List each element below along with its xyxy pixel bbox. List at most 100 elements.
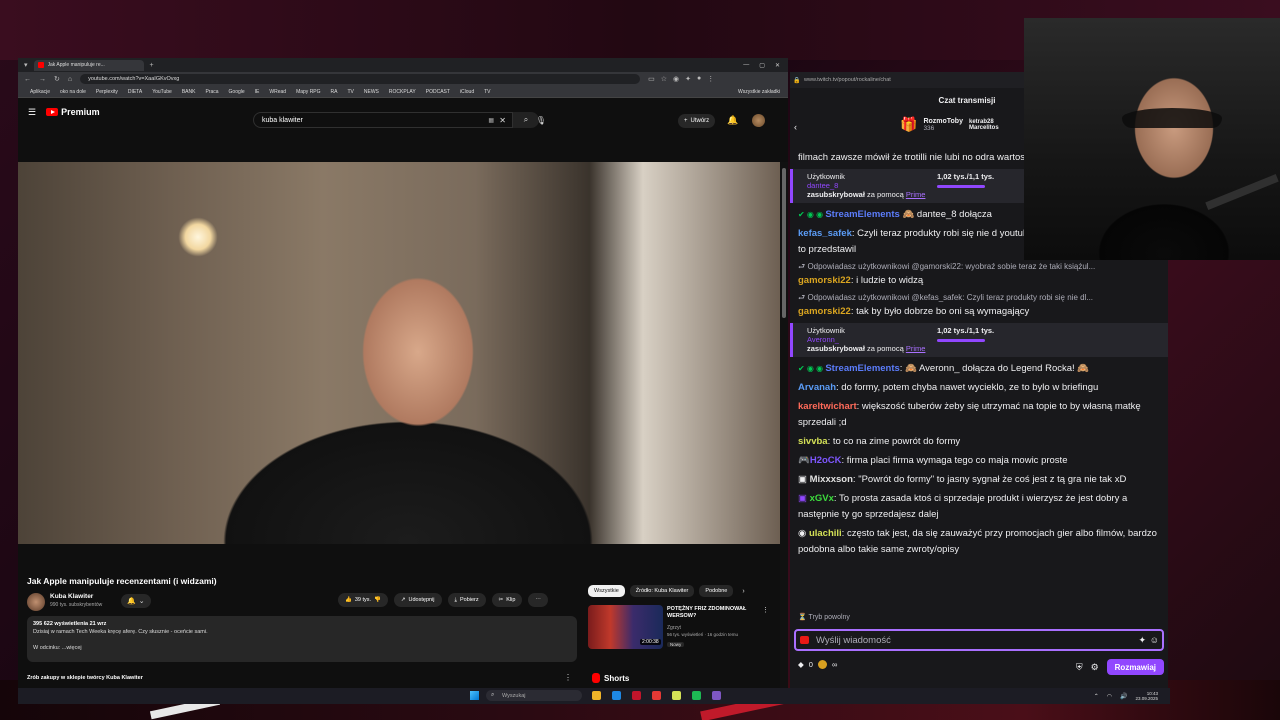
app-icon[interactable] (672, 691, 681, 700)
youtube-logo[interactable]: Premium (46, 107, 100, 117)
extension-icon[interactable]: ◉ (673, 75, 679, 83)
bookmark-item[interactable]: Aplikacje (30, 89, 50, 95)
tray-chevron-icon[interactable]: ⌃ (1094, 693, 1099, 700)
new-tab-icon[interactable]: + (150, 62, 154, 69)
recommended-video-channel[interactable]: Zgrzyt (667, 625, 681, 631)
reload-icon[interactable]: ↻ (54, 75, 60, 83)
tab-menu-icon[interactable]: ▾ (24, 61, 28, 69)
channel-avatar[interactable] (27, 593, 45, 611)
keyboard-icon[interactable]: ▦ (488, 117, 494, 124)
channel-points-icon[interactable] (817, 660, 827, 669)
chat-input-badge-icon[interactable] (800, 636, 809, 644)
clip-button[interactable]: ✂ Klip (491, 593, 523, 607)
chat-username[interactable]: StreamElements (825, 363, 899, 374)
chevron-right-icon[interactable]: › (742, 588, 744, 595)
close-window-icon[interactable]: ✕ (775, 62, 780, 69)
forward-icon[interactable]: → (39, 76, 46, 83)
profile-icon[interactable]: ● (697, 75, 701, 83)
bookmark-item[interactable]: ROCKPLAY (389, 89, 416, 95)
file-explorer-icon[interactable] (592, 691, 601, 700)
emote-picker-icon[interactable]: ☺ (1150, 635, 1159, 645)
chat-username[interactable]: Arvanah (798, 382, 836, 393)
chat-username[interactable]: StreamElements (825, 209, 899, 220)
taskbar-search[interactable]: ⌕ Wyszukaj (486, 690, 582, 701)
chat-username[interactable]: kefas_safek (798, 228, 852, 239)
share-button[interactable]: ↗ Udostępnij (393, 593, 442, 607)
channel-name[interactable]: Kuba Klawiter (50, 593, 93, 600)
reply-context[interactable]: ⮐ Odpowiadasz użytkownikowi @gamorski22:… (798, 261, 1160, 273)
cast-icon[interactable]: ▭ (648, 75, 655, 83)
recommended-more-icon[interactable]: ⋮ (762, 606, 769, 614)
user-avatar[interactable] (752, 114, 765, 127)
chip-related[interactable]: Podobne (699, 585, 734, 597)
bits-icon[interactable]: ✦ (1138, 635, 1146, 646)
edge-icon[interactable] (612, 691, 621, 700)
spotify-icon[interactable] (692, 691, 701, 700)
chat-username[interactable]: gamorski22 (798, 306, 851, 317)
chat-username[interactable]: xGVx (810, 493, 834, 504)
home-icon[interactable]: ⌂ (68, 76, 72, 83)
shield-icon[interactable]: ⛨ (1076, 662, 1083, 673)
clock[interactable]: 10:43 23.09.2025 (1135, 691, 1158, 701)
bookmark-item[interactable]: WRead (269, 89, 286, 95)
minimize-icon[interactable]: — (743, 62, 749, 69)
chat-username[interactable]: gamorski22 (798, 275, 851, 286)
recommended-video-title[interactable]: POTĘŻNY FRIZ ZDOMINOWAŁ WERSOW? (667, 606, 759, 620)
bookmark-star-icon[interactable]: ☆ (661, 75, 667, 83)
chat-send-button[interactable]: Rozmawiaj (1106, 659, 1164, 675)
bookmark-item[interactable]: TV (347, 89, 353, 95)
obs-icon[interactable] (712, 691, 721, 700)
gift-leaderboard[interactable]: 🎁 RozmoToby 336 ketrab28 Marcelitos (900, 116, 999, 133)
bookmark-item[interactable]: NEWS (364, 89, 379, 95)
create-button[interactable]: + Utwórz (678, 114, 716, 128)
browser-tab-youtube[interactable]: Jak Apple manipuluje re... (33, 59, 144, 71)
chat-username[interactable]: sivvba (798, 436, 828, 447)
chrome-icon[interactable] (652, 691, 661, 700)
description-more-link[interactable]: W odcinku: ...więcej (33, 645, 571, 651)
scrollbar-thumb[interactable] (782, 168, 786, 318)
browser-menu-icon[interactable]: ⋮ (707, 75, 714, 83)
all-bookmarks-button[interactable]: Wszystkie zakładki (738, 89, 788, 95)
maximize-icon[interactable]: ▢ (759, 62, 765, 69)
bookmark-item[interactable]: IE (255, 89, 260, 95)
voice-search-icon[interactable]: 🎙 (535, 114, 547, 126)
chat-username[interactable]: kareltwichart (798, 401, 857, 412)
opera-icon[interactable] (632, 691, 641, 700)
bookmark-item[interactable]: Praca (205, 89, 218, 95)
prime-link[interactable]: Prime (906, 190, 926, 199)
collapse-chat-icon[interactable]: ‹ (794, 122, 797, 132)
chat-message-input[interactable]: Wyślij wiadomość ✦ ☺ (794, 629, 1164, 651)
shop-more-icon[interactable]: ⋮ (564, 673, 572, 682)
bookmark-item[interactable]: DIETA (128, 89, 142, 95)
notifications-bell-icon[interactable]: 🔔 (727, 115, 738, 126)
chat-username[interactable]: ulachili (809, 528, 842, 539)
bookmark-item[interactable]: YouTube (152, 89, 172, 95)
volume-icon[interactable]: 🔊 (1120, 693, 1127, 700)
more-actions-button[interactable]: ⋯ (528, 593, 548, 607)
puzzle-icon[interactable]: ✦ (685, 75, 691, 83)
like-dislike-button[interactable]: 👍 39 tys. 👎 (338, 593, 388, 607)
search-input[interactable]: kuba klawiter ▦ ✕ (253, 112, 513, 128)
bookmark-item[interactable]: RA (331, 89, 338, 95)
bits-gem-icon[interactable]: ◆ (798, 660, 804, 669)
chat-username[interactable]: Mixxxson (810, 474, 853, 485)
download-button[interactable]: ⤓ Pobierz (447, 593, 486, 607)
bookmark-item[interactable]: Perplexity (96, 89, 118, 95)
bookmark-item[interactable]: iCloud (460, 89, 474, 95)
menu-icon[interactable]: ☰ (28, 107, 36, 118)
windows-start-icon[interactable] (470, 691, 479, 700)
bookmark-item[interactable]: BANK (182, 89, 196, 95)
video-description[interactable]: 395 622 wyświetlenia 21 wrz Dzisiaj w ra… (27, 616, 577, 662)
reply-context[interactable]: ⮐ Odpowiadasz użytkownikowi @kefas_safek… (798, 292, 1160, 304)
bookmark-item[interactable]: Mapy RPG (296, 89, 320, 95)
bookmark-item[interactable]: PODCAST (426, 89, 450, 95)
wifi-icon[interactable]: ◠ (1107, 693, 1112, 700)
bookmark-item[interactable]: TV (484, 89, 490, 95)
bookmark-item[interactable]: oko na dole (60, 89, 86, 95)
back-icon[interactable]: ← (24, 76, 31, 83)
chat-username[interactable]: H2oCK (810, 455, 842, 466)
gear-icon[interactable]: ⚙ (1091, 662, 1099, 673)
chip-source[interactable]: Źródło: Kuba Klawiter (629, 585, 695, 597)
chip-all[interactable]: Wszystkie (588, 585, 625, 597)
bookmark-item[interactable]: Google (229, 89, 245, 95)
